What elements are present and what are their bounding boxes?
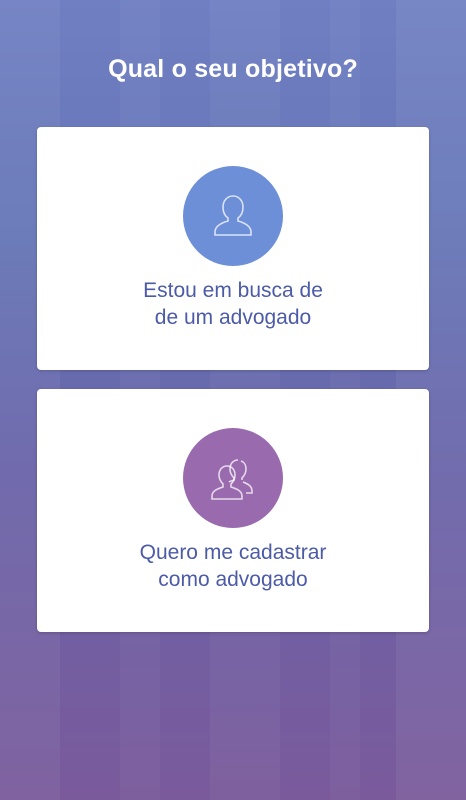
users-icon (183, 428, 283, 528)
user-icon (183, 166, 283, 266)
page-title: Qual o seu objetivo? (108, 55, 358, 83)
option-label: Estou em busca de de um advogado (143, 279, 323, 329)
option-card-seek-lawyer[interactable]: Estou em busca de de um advogado (37, 127, 429, 370)
option-card-register-lawyer[interactable]: Quero me cadastrar como advogado (37, 389, 429, 632)
option-label: Quero me cadastrar como advogado (139, 541, 327, 591)
